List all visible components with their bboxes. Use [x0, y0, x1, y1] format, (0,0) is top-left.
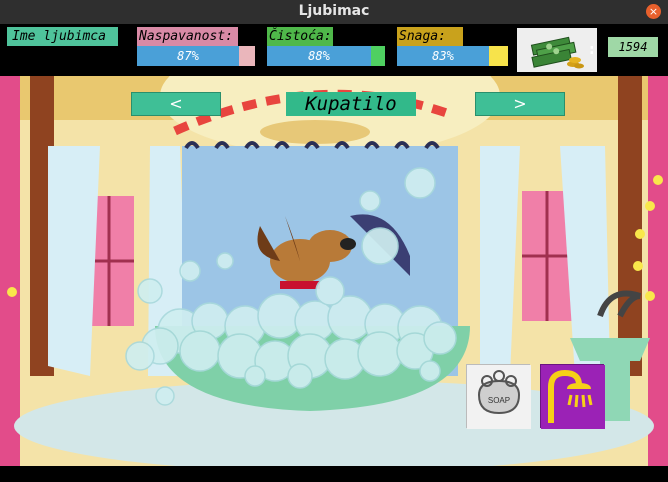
close-button[interactable]: ×: [646, 4, 661, 19]
money-counter: 1594: [608, 37, 658, 57]
strength-label: Snaga:: [397, 27, 463, 46]
sleep-bar-tab: [239, 46, 255, 66]
strength-bar-tab: [489, 46, 508, 66]
money-stack-icon: [517, 28, 597, 72]
sleep-value: 87%: [177, 49, 199, 63]
pet-name-label: Ime ljubimca: [7, 27, 118, 46]
cleanliness-bar: 88%: [267, 46, 385, 66]
money-separator: :: [589, 42, 595, 58]
bathroom-scene: < Kupatilo > SOAP: [0, 76, 668, 466]
soap-icon: SOAP: [467, 365, 531, 429]
window-bottom: [0, 466, 668, 482]
cleanliness-label: Čistoća:: [267, 27, 333, 46]
shower-button[interactable]: [540, 364, 605, 429]
next-room-button[interactable]: >: [475, 92, 565, 116]
strength-value: 83%: [432, 49, 454, 63]
soap-label: SOAP: [488, 396, 510, 405]
soap-button[interactable]: SOAP: [466, 364, 531, 429]
status-bar: Ime ljubimca Naspavanost: 87% Čistoća: 8…: [0, 24, 668, 76]
shower-icon: [541, 365, 605, 429]
sleep-label: Naspavanost:: [137, 27, 238, 46]
cleanliness-value: 88%: [308, 49, 330, 63]
previous-room-button[interactable]: <: [131, 92, 221, 116]
window-title: Ljubimac: [298, 3, 370, 19]
strength-bar: 83%: [397, 46, 508, 66]
sleep-bar: 87%: [137, 46, 255, 66]
room-title: Kupatilo: [286, 92, 416, 116]
window-titlebar: Ljubimac ×: [0, 0, 668, 24]
cleanliness-bar-tab: [371, 46, 385, 66]
